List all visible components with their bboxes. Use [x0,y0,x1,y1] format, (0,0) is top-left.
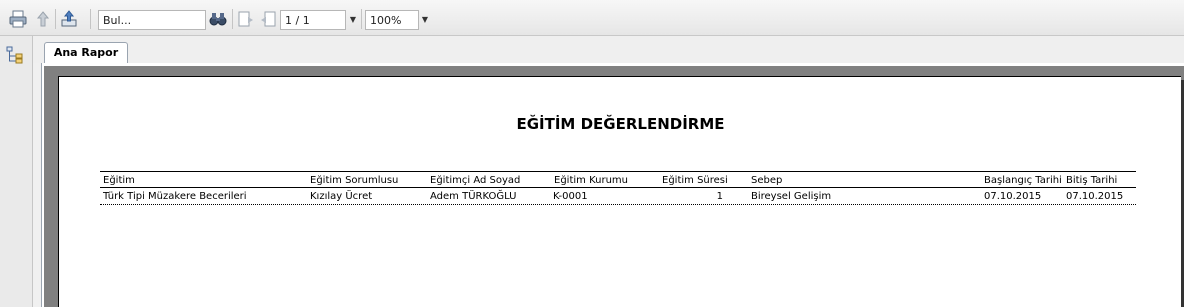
column-header-kurum: Eğitim Kurumu [554,175,628,186]
column-header-sorumlu: Eğitim Sorumlusu [310,175,399,186]
toolbar-separator [361,9,362,29]
page-dropdown-arrow-icon[interactable]: ▼ [348,10,358,30]
column-header-baslangic: Başlangıç Tarihi [984,175,1062,186]
export-icon[interactable] [59,9,79,29]
row-dotted-rule [100,204,1136,205]
report-toolbar: ▼ ▼ [0,0,1184,36]
tab-strip: Ana Rapor [33,36,1184,64]
document-map-icon[interactable] [4,44,26,66]
next-page-icon[interactable] [236,9,256,29]
column-header-egitim: Eğitim [103,175,135,186]
cell-sure: 1 [716,191,723,202]
cell-sorumlu: Kızılay Ücret [310,191,373,202]
column-header-egitimci: Eğitimçi Ad Soyad [430,175,521,186]
toolbar-separator [90,9,91,29]
up-arrow-icon[interactable] [33,9,53,29]
column-header-bitis: Bitiş Tarihi [1066,175,1118,186]
tab-ana-rapor[interactable]: Ana Rapor [44,42,128,64]
report-page: EĞİTİM DEĞERLENDİRME Eğitim Eğitim Sorum… [58,76,1181,307]
search-input[interactable] [98,10,206,30]
prev-page-icon[interactable] [258,9,278,29]
cell-sebep: Bireysel Gelişim [751,191,832,202]
cell-egitimci: Adem TÜRKOĞLU [430,191,517,202]
document-map-panel [0,36,33,307]
toolbar-separator [55,9,56,29]
zoom-input[interactable] [365,10,419,30]
binoculars-icon[interactable] [208,9,228,29]
column-header-sebep: Sebep [751,175,783,186]
zoom-dropdown-arrow-icon[interactable]: ▼ [420,10,430,30]
cell-baslangic: 07.10.2015 [984,191,1042,202]
page-number-input[interactable] [280,10,346,30]
header-bottom-rule [100,187,1136,188]
report-title: EĞİTİM DEĞERLENDİRME [516,115,725,133]
cell-egitim: Türk Tipi Müzakere Becerileri [103,191,247,202]
cell-kurum: K-0001 [553,191,588,202]
header-top-rule [100,171,1136,172]
print-icon[interactable] [8,9,28,29]
column-header-sure: Eğitim Süresi [662,175,728,186]
toolbar-separator [232,9,233,29]
cell-bitis: 07.10.2015 [1066,191,1124,202]
